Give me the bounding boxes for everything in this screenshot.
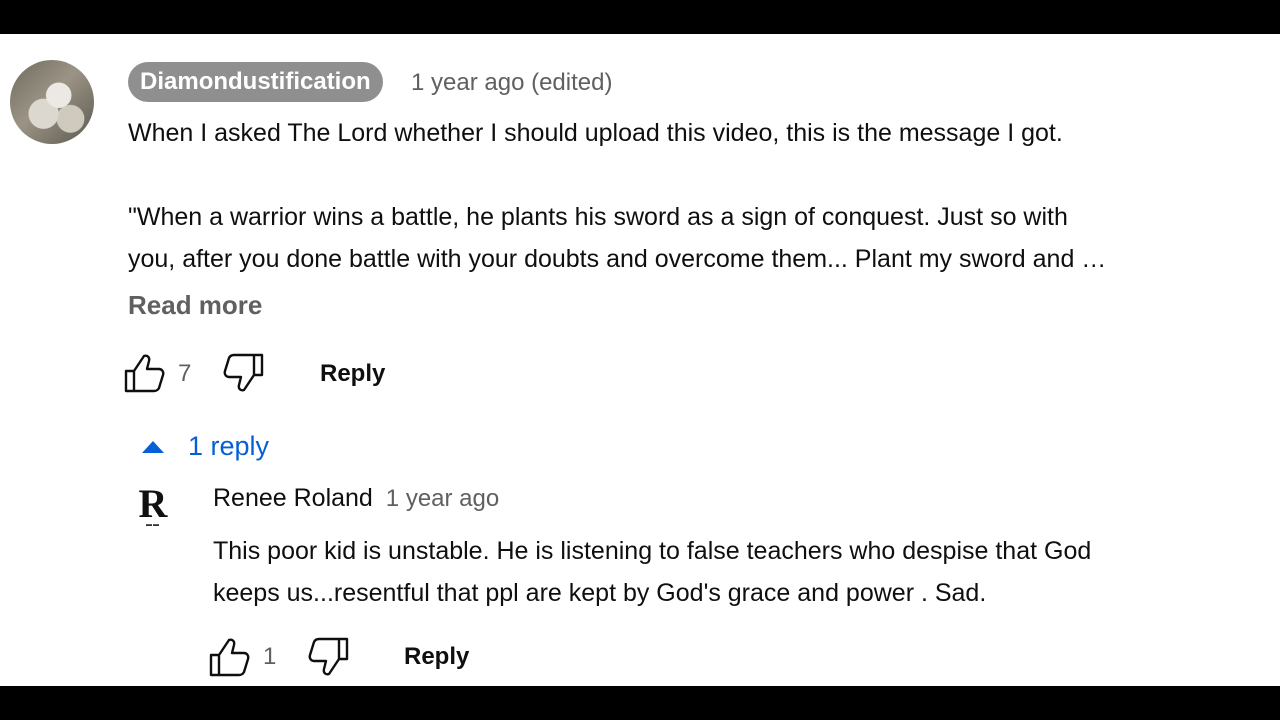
reply-button[interactable]: Reply [320,360,385,388]
like-count: 7 [178,360,192,387]
reply-line: This poor kid is unstable. He is listeni… [213,537,1092,565]
comment-line: you, after you done battle with your dou… [128,245,1107,273]
reply-like-icon[interactable] [207,636,253,678]
reply-author-line: Renee Roland 1 year ago [213,484,499,513]
comment-text: When I asked The Lord whether I should u… [128,112,1268,280]
letterbox-top [0,0,1280,34]
comment-line-blank [128,154,1268,196]
avatar[interactable] [10,60,94,144]
reply-reply-button[interactable]: Reply [404,643,469,671]
reply-timestamp[interactable]: 1 year ago [386,485,499,512]
reply-like-count: 1 [263,643,277,670]
reply-text: This poor kid is unstable. He is listeni… [213,530,1273,614]
comment-line: "When a warrior wins a battle, he plants… [128,203,1068,231]
comment-author-chip[interactable]: Diamondustification [128,62,383,102]
comment-timestamp[interactable]: 1 year ago (edited) [411,69,612,97]
reply-avatar-mark: ▬▬ [146,522,160,528]
letterbox-bottom [0,686,1280,720]
like-icon[interactable] [122,352,168,394]
replies-toggle-label: 1 reply [188,430,270,461]
caret-up-icon [142,441,164,453]
dislike-icon[interactable] [220,352,266,394]
read-more-button[interactable]: Read more [128,290,262,321]
reply-avatar-letter: R [138,481,168,526]
reply-line: keeps us...resentful that ppl are kept b… [213,579,987,607]
reply-dislike-icon[interactable] [305,636,351,678]
replies-toggle[interactable]: 1 reply [140,428,269,464]
reply-author[interactable]: Renee Roland [213,484,373,512]
comment-line: When I asked The Lord whether I should u… [128,119,1063,147]
reply-avatar[interactable]: R ▬▬ [130,484,176,530]
